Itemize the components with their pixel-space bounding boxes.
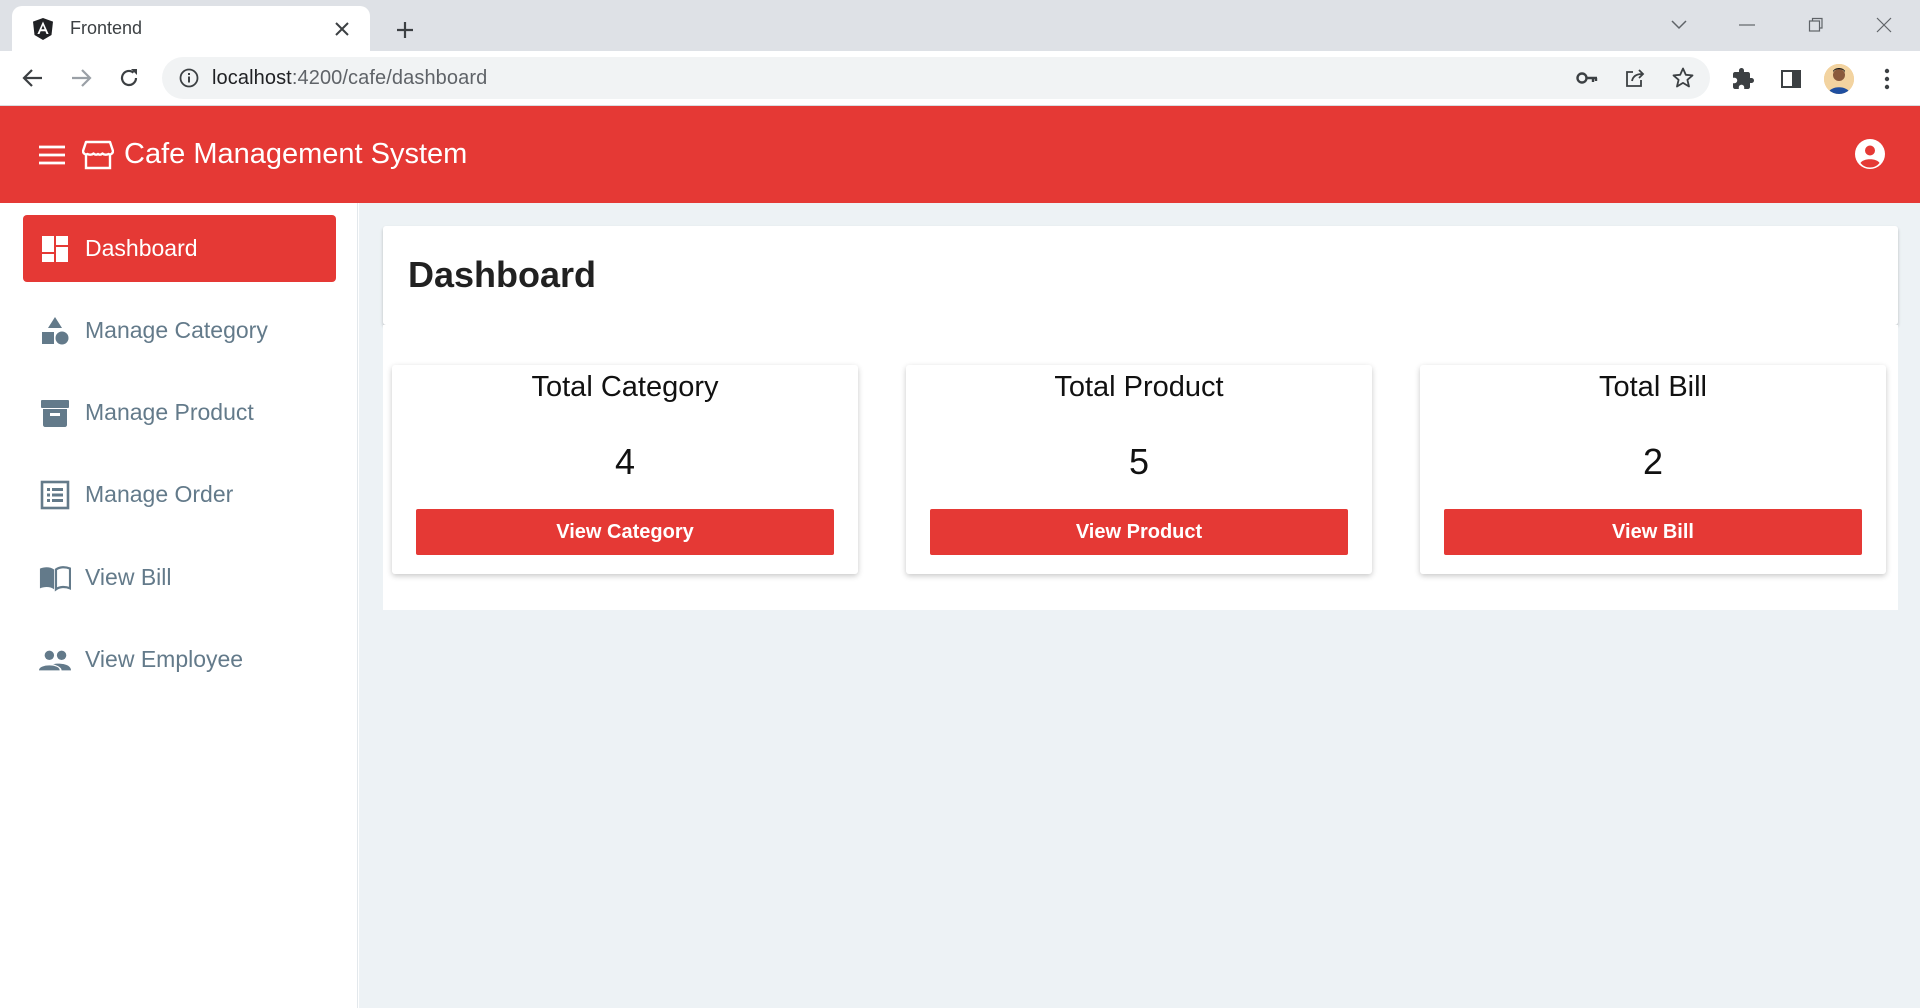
stat-card-bill: Total Bill 2 View Bill (1420, 365, 1886, 574)
sidebar-item-label: View Employee (85, 646, 244, 672)
hamburger-menu-icon[interactable] (32, 135, 72, 175)
extensions-icon[interactable] (1727, 63, 1759, 95)
sidebar-item-label: View Bill (85, 564, 172, 590)
sidebar-item-manage-order[interactable]: Manage Order (23, 461, 336, 528)
sidebar-item-label: Manage Order (85, 481, 234, 507)
close-tab-icon[interactable] (328, 15, 356, 43)
bookmark-star-icon[interactable] (1668, 63, 1698, 93)
side-panel-icon[interactable] (1775, 63, 1807, 95)
angular-logo-icon (30, 16, 56, 42)
sidebar-item-label: Manage Category (85, 317, 268, 343)
stat-value: 4 (614, 441, 636, 482)
address-bar[interactable]: localhost:4200/cafe/dashboard (162, 57, 1710, 99)
view-category-button[interactable]: View Category (416, 509, 834, 555)
sidebar-item-view-bill[interactable]: View Bill (23, 544, 336, 611)
share-icon[interactable] (1620, 63, 1650, 93)
sidebar: Dashboard Manage Category Manage Product… (0, 203, 358, 1008)
stat-label: Total Category (531, 371, 719, 403)
browser-tab-strip: Frontend (0, 0, 1920, 51)
minimize-icon[interactable] (1727, 8, 1767, 42)
sidebar-item-view-employee[interactable]: View Employee (23, 626, 336, 693)
sidebar-item-label: Manage Product (85, 399, 254, 425)
account-circle-icon[interactable] (1850, 134, 1890, 174)
inventory-icon (39, 397, 71, 429)
back-icon[interactable] (15, 60, 51, 96)
app-title: Cafe Management System (124, 138, 468, 170)
browser-menu-icon[interactable] (1871, 63, 1903, 95)
browser-toolbar: localhost:4200/cafe/dashboard (0, 51, 1920, 106)
restore-icon[interactable] (1796, 8, 1836, 42)
stat-value: 2 (1642, 441, 1664, 482)
tab-search-icon[interactable] (1659, 8, 1699, 42)
stat-label: Total Bill (1599, 371, 1707, 403)
url-host: localhost (212, 66, 292, 89)
tab-title: Frontend (70, 18, 143, 38)
stat-label: Total Product (1054, 371, 1224, 403)
sidebar-item-dashboard[interactable]: Dashboard (23, 215, 336, 282)
site-info-icon[interactable] (174, 63, 204, 93)
app-header: Cafe Management System (0, 106, 1920, 203)
profile-avatar[interactable] (1823, 63, 1855, 95)
stats-cards-area: Total Category 4 View Category Total Pro… (383, 325, 1898, 610)
stat-value: 5 (1128, 441, 1150, 482)
view-product-button[interactable]: View Product (930, 509, 1348, 555)
book-icon (39, 562, 71, 594)
stat-card-category: Total Category 4 View Category (392, 365, 858, 574)
main-content: Dashboard Total Category 4 View Category… (359, 203, 1920, 1008)
reload-icon[interactable] (111, 60, 147, 96)
list-alt-icon (39, 479, 71, 511)
forward-icon[interactable] (63, 60, 99, 96)
url-text: localhost:4200/cafe/dashboard (212, 67, 487, 90)
browser-tab[interactable]: Frontend (12, 6, 370, 51)
storefront-icon (80, 137, 116, 173)
dashboard-icon (39, 233, 71, 265)
people-icon (39, 644, 71, 676)
stat-card-product: Total Product 5 View Product (906, 365, 1372, 574)
sidebar-item-manage-product[interactable]: Manage Product (23, 379, 336, 446)
view-bill-button[interactable]: View Bill (1444, 509, 1862, 555)
password-key-icon[interactable] (1572, 63, 1602, 93)
category-icon (39, 315, 71, 347)
page-title-card: Dashboard (383, 226, 1898, 325)
new-tab-icon[interactable] (387, 12, 423, 48)
page-title: Dashboard (408, 254, 597, 295)
sidebar-item-manage-category[interactable]: Manage Category (23, 297, 336, 364)
url-path: :4200/cafe/dashboard (291, 66, 488, 89)
sidebar-item-label: Dashboard (85, 235, 198, 261)
close-window-icon[interactable] (1864, 8, 1904, 42)
